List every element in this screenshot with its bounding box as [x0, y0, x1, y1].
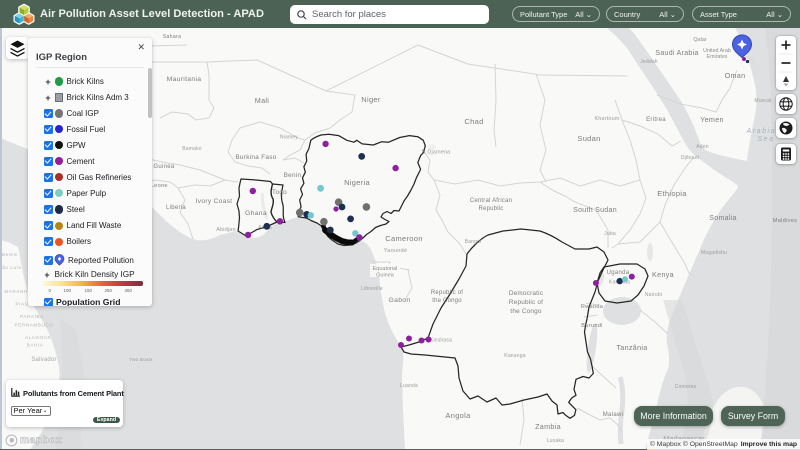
svg-text:Cameroon: Cameroon — [385, 234, 422, 243]
svg-text:Uganda: Uganda — [607, 270, 630, 276]
svg-text:Lusaka: Lusaka — [547, 438, 564, 444]
svg-text:Burkina Faso: Burkina Faso — [235, 154, 276, 161]
svg-text:Maldives: Maldives — [773, 218, 797, 224]
svg-text:Togo: Togo — [272, 189, 287, 196]
svg-text:PERNAMBUCO: PERNAMBUCO — [15, 323, 54, 328]
svg-text:N Djamena: N Djamena — [422, 150, 451, 156]
svg-text:Luanda: Luanda — [400, 383, 418, 389]
svg-text:Djibouti: Djibouti — [681, 155, 699, 161]
svg-text:South Sudan: South Sudan — [573, 207, 617, 214]
svg-text:Ghana: Ghana — [245, 210, 267, 217]
svg-text:Angola: Angola — [445, 411, 471, 420]
svg-text:Yemen: Yemen — [700, 115, 724, 124]
svg-text:Mauritania: Mauritania — [167, 76, 202, 83]
svg-text:Sudan: Sudan — [577, 134, 600, 143]
svg-text:Belém: Belém — [2, 252, 18, 257]
svg-text:Mogadishu: Mogadishu — [701, 250, 727, 256]
svg-text:Two Boats: Two Boats — [129, 357, 153, 362]
svg-text:Kenya: Kenya — [652, 270, 674, 279]
svg-text:Muscat: Muscat — [754, 98, 772, 104]
svg-text:Saudi Arabia: Saudi Arabia — [655, 50, 698, 57]
svg-text:Niamey: Niamey — [280, 135, 298, 141]
svg-text:Comores: Comores — [675, 384, 697, 390]
svg-text:Equatorial: Equatorial — [373, 266, 398, 272]
svg-text:Salvador: Salvador — [31, 357, 56, 363]
svg-text:Khartoum: Khartoum — [595, 116, 620, 122]
svg-text:the Congo: the Congo — [510, 308, 542, 315]
svg-text:Malawi: Malawi — [603, 412, 623, 418]
svg-text:Nairobi: Nairobi — [645, 292, 662, 298]
svg-text:Republic: Republic — [479, 206, 504, 212]
svg-text:Kananga: Kananga — [504, 353, 525, 359]
svg-text:Liberia: Liberia — [166, 205, 186, 211]
svg-text:Guinea: Guinea — [376, 273, 395, 279]
svg-text:Mali: Mali — [255, 96, 269, 105]
svg-text:Zambia: Zambia — [535, 422, 561, 431]
svg-text:Ivory Coast: Ivory Coast — [196, 198, 233, 205]
svg-text:Bangui: Bangui — [465, 239, 482, 245]
svg-text:Rwanda: Rwanda — [581, 304, 604, 310]
svg-text:Burundi: Burundi — [581, 323, 602, 329]
svg-text:Kinshasa: Kinshasa — [430, 338, 452, 344]
svg-text:Qatar: Qatar — [693, 37, 706, 43]
svg-text:Yaoundé: Yaoundé — [384, 248, 407, 254]
svg-text:Democratic: Democratic — [509, 290, 544, 297]
svg-text:Republic of: Republic of — [431, 290, 463, 296]
svg-text:Somalia: Somalia — [709, 215, 736, 222]
svg-text:São Luís: São Luís — [0, 265, 22, 270]
svg-text:Niger: Niger — [361, 95, 381, 104]
svg-text:Sea: Sea — [758, 136, 775, 143]
svg-text:Central African: Central African — [470, 198, 512, 204]
svg-text:Nigeria: Nigeria — [344, 178, 370, 187]
svg-text:PARAÍBA: PARAÍBA — [20, 313, 44, 319]
svg-text:Bamako: Bamako — [182, 146, 202, 152]
svg-text:Emirates: Emirates — [707, 54, 728, 60]
svg-text:Gabon: Gabon — [389, 297, 411, 304]
svg-text:Jeddah: Jeddah — [640, 59, 658, 65]
svg-text:BAHIA: BAHIA — [27, 343, 44, 348]
svg-text:Tanzânia: Tanzânia — [616, 343, 647, 352]
svg-text:the Congo: the Congo — [432, 298, 462, 304]
svg-text:Libreville: Libreville — [361, 286, 383, 292]
svg-text:Republic of: Republic of — [509, 299, 543, 306]
svg-text:Eritrea: Eritrea — [646, 117, 666, 123]
svg-text:Aden: Aden — [696, 144, 708, 150]
svg-text:Chad: Chad — [464, 117, 483, 126]
svg-text:Guinea: Guinea — [153, 164, 175, 170]
svg-text:Abidjan: Abidjan — [216, 227, 235, 233]
svg-text:Juba: Juba — [604, 231, 616, 237]
svg-text:Benin: Benin — [284, 172, 302, 179]
svg-text:Oman: Oman — [725, 71, 746, 80]
svg-text:ALAGOAS: ALAGOAS — [25, 335, 51, 340]
svg-text:Sahara: Sahara — [163, 34, 182, 40]
svg-text:Ethiopia: Ethiopia — [657, 189, 687, 198]
